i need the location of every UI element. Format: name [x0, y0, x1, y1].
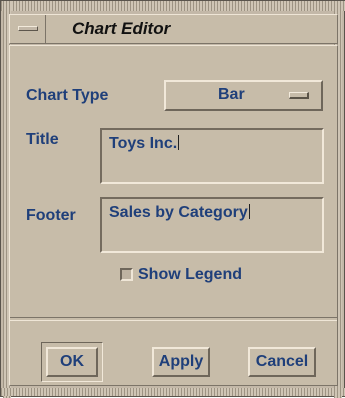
footer-input[interactable]: Sales by Category [100, 197, 324, 253]
window-menu-button[interactable] [10, 15, 46, 43]
frame-edge-top[interactable] [1, 1, 345, 11]
apply-button[interactable]: Apply [152, 347, 210, 377]
cancel-button[interactable]: Cancel [248, 347, 316, 377]
window-title: Chart Editor [72, 19, 171, 38]
text-cursor [178, 135, 180, 150]
frame-edge-bottom[interactable] [1, 388, 345, 396]
dialog-body: Chart Type Bar Title Toys Inc. Footer Sa… [9, 45, 338, 386]
footer-label: Footer [26, 207, 76, 224]
window-menu-icon [18, 26, 38, 31]
title-label: Title [26, 131, 59, 148]
title-input[interactable]: Toys Inc. [100, 128, 324, 184]
title-input-value: Toys Inc. [109, 135, 180, 152]
title-bar[interactable]: Chart Editor [9, 14, 338, 44]
dialog-frame: Chart Editor Chart Type Bar Title Toys I… [0, 0, 345, 398]
footer-input-value: Sales by Category [109, 204, 250, 221]
ok-button[interactable]: OK [46, 347, 98, 377]
show-legend-checkbox[interactable] [120, 268, 133, 281]
chart-type-label: Chart Type [26, 87, 109, 104]
separator [10, 317, 337, 321]
show-legend-label[interactable]: Show Legend [138, 266, 242, 284]
chart-type-value: Bar [218, 86, 245, 103]
chart-type-option-menu[interactable]: Bar [164, 80, 323, 111]
option-menu-indicator-icon [289, 92, 309, 99]
text-cursor [248, 204, 250, 219]
